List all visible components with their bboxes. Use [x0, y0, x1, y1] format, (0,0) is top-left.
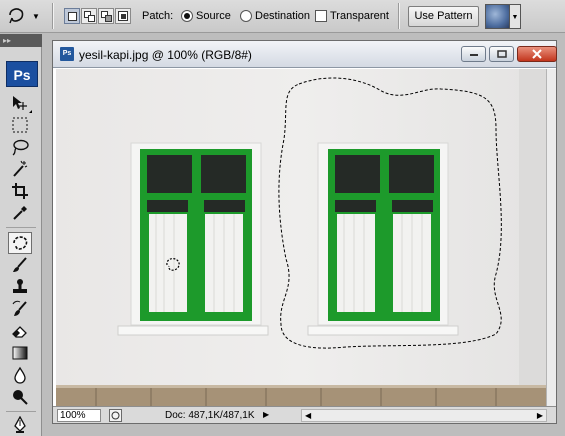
close-button[interactable]	[517, 46, 557, 62]
clone-stamp-tool-icon	[13, 279, 27, 293]
document-icon: Ps	[60, 47, 74, 61]
history-brush-tool-icon	[12, 300, 27, 316]
crop-tool[interactable]	[8, 180, 32, 202]
divider	[6, 411, 36, 412]
maximize-button[interactable]	[489, 46, 514, 62]
close-icon	[532, 49, 542, 59]
minimize-icon	[469, 54, 478, 56]
eraser-tool-icon	[12, 326, 27, 338]
photoshop-logo[interactable]: Ps	[6, 61, 38, 87]
patch-label: Patch:	[142, 10, 174, 22]
zoom-field[interactable]: 100%	[57, 409, 101, 422]
patch-tool-icon	[9, 8, 24, 24]
new-selection-button[interactable]	[64, 8, 80, 24]
lasso-tool-icon	[12, 139, 29, 156]
maximize-icon	[496, 50, 507, 58]
intersect-selection-button[interactable]	[115, 8, 131, 24]
divider	[6, 227, 36, 228]
image-canvas[interactable]	[56, 69, 546, 406]
status-arrow-icon[interactable]: ▶	[263, 410, 269, 419]
magic-wand-tool[interactable]	[8, 158, 32, 180]
left-window	[117, 142, 269, 336]
canvas-image	[56, 69, 546, 406]
history-brush-tool[interactable]	[8, 298, 32, 320]
chevron-down-icon: ▼	[32, 12, 40, 21]
destination-label: Destination	[255, 10, 311, 22]
tool-preset-picker[interactable]: ▼	[6, 6, 40, 26]
clone-stamp-tool[interactable]	[8, 276, 32, 298]
eraser-tool[interactable]	[8, 320, 32, 342]
divider	[52, 3, 53, 29]
destination-radio[interactable]	[240, 10, 252, 22]
gradient-tool[interactable]	[8, 342, 32, 364]
use-pattern-button[interactable]: Use Pattern	[408, 6, 479, 27]
brush-tool-icon	[13, 257, 27, 272]
magic-wand-tool-icon	[13, 160, 28, 177]
eyedropper-tool[interactable]	[8, 202, 32, 224]
document-info: Doc: 487,1K/487,1K	[165, 410, 255, 421]
subtract-from-selection-button[interactable]	[98, 8, 114, 24]
move-tool[interactable]	[8, 92, 32, 114]
horizontal-scrollbar[interactable]: ◀ ▶	[301, 409, 547, 422]
marquee-tool[interactable]	[8, 114, 32, 136]
options-bar: ▼ Patch: Source Destination Transparent …	[0, 0, 565, 33]
brush-tool[interactable]	[8, 254, 32, 276]
pattern-picker-dropdown[interactable]: ▼	[510, 4, 521, 29]
source-label: Source	[196, 10, 231, 22]
patch-tool-icon	[13, 236, 28, 250]
blur-tool[interactable]	[8, 364, 32, 386]
minimize-button[interactable]	[461, 46, 486, 62]
lasso-tool[interactable]	[8, 136, 32, 158]
status-bar: 100% Doc: 487,1K/487,1K ▶ ◀ ▶	[53, 406, 556, 423]
pattern-swatch[interactable]	[485, 4, 510, 29]
blur-tool-icon	[14, 366, 26, 384]
add-to-selection-button[interactable]	[81, 8, 97, 24]
wall-edge	[519, 69, 546, 406]
toolbox-panel: ▸▸ Ps	[0, 34, 42, 436]
divider	[398, 3, 399, 29]
transparent-checkbox[interactable]	[315, 10, 327, 22]
vertical-scrollbar[interactable]	[546, 69, 556, 406]
stone-base	[56, 385, 546, 406]
gradient-tool-icon	[12, 346, 28, 360]
right-window	[307, 142, 459, 336]
move-tool-icon	[13, 96, 27, 110]
document-titlebar[interactable]: Ps yesil-kapi.jpg @ 100% (RGB/8#)	[53, 41, 557, 68]
pen-tool[interactable]	[8, 414, 32, 436]
wall	[56, 69, 546, 406]
document-title: yesil-kapi.jpg @ 100% (RGB/8#)	[79, 48, 252, 62]
pen-tool-icon	[14, 416, 26, 433]
dodge-tool[interactable]	[8, 386, 32, 408]
marquee-tool-icon	[12, 117, 28, 133]
scroll-left-icon[interactable]: ◀	[305, 411, 311, 420]
transparent-label: Transparent	[330, 10, 389, 22]
crop-tool-icon	[12, 183, 28, 199]
document-window: Ps yesil-kapi.jpg @ 100% (RGB/8#) 100% D…	[52, 40, 557, 424]
source-radio[interactable]	[181, 10, 193, 22]
patch-tool[interactable]	[8, 232, 32, 254]
toolbox-grip[interactable]: ▸▸	[0, 34, 42, 47]
scroll-right-icon[interactable]: ▶	[537, 411, 543, 420]
dodge-tool-icon	[13, 390, 28, 405]
eyedropper-tool-icon	[13, 206, 27, 220]
status-menu-icon[interactable]	[109, 409, 122, 422]
